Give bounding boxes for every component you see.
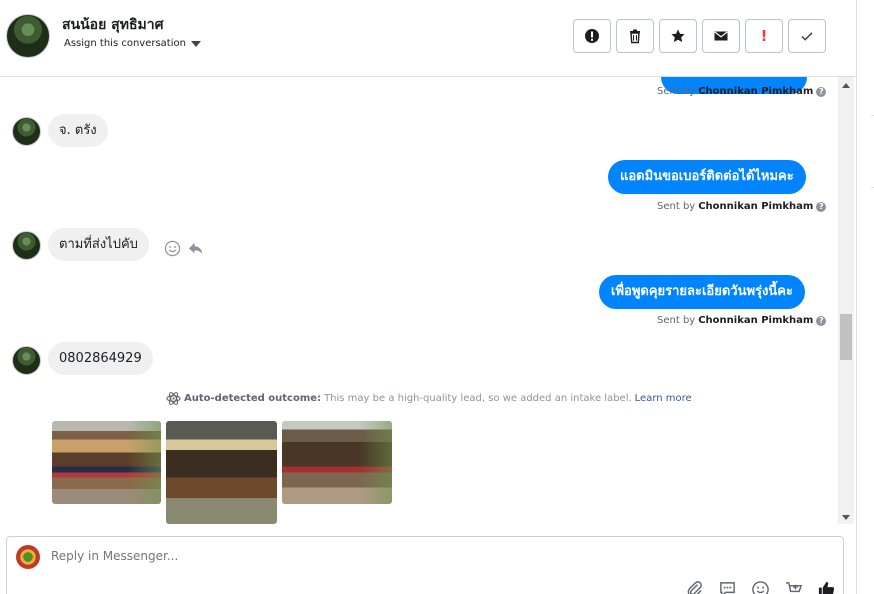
mark-unread-button[interactable] (702, 19, 740, 53)
emoji-icon[interactable] (751, 580, 770, 594)
help-icon[interactable]: ? (816, 315, 827, 326)
composer-tools (685, 580, 836, 594)
shared-photo[interactable] (282, 421, 392, 504)
reply-input[interactable] (51, 549, 751, 563)
sent-by-line: Sent by Chonnikan Pimkham ? (657, 86, 827, 97)
right-panel-edge (856, 0, 874, 594)
follow-up-button[interactable]: ! (745, 19, 783, 53)
delete-button[interactable] (616, 19, 654, 53)
paperclip-icon[interactable] (685, 580, 704, 594)
incoming-message: 0802864929 (48, 342, 153, 375)
shared-photo[interactable] (52, 421, 161, 504)
thread-scrollbar[interactable] (838, 77, 854, 524)
contact-avatar-small[interactable] (12, 346, 41, 375)
message-thread[interactable]: Sent by Chonnikan Pimkham ? จ. ตรัง แอดม… (0, 77, 838, 524)
contact-avatar-small[interactable] (12, 117, 41, 146)
atom-icon (166, 392, 181, 405)
saved-reply-icon[interactable] (718, 580, 737, 594)
outgoing-message: เพื่อพูดคุยรายละเอียดวันพรุ่งนี้คะ (599, 275, 805, 309)
help-icon[interactable]: ? (816, 86, 827, 97)
header-actions: ! (573, 19, 826, 53)
sent-by-line: Sent by Chonnikan Pimkham ? (657, 201, 827, 212)
learn-more-link[interactable]: Learn more (635, 393, 692, 404)
help-icon[interactable]: ? (816, 201, 827, 212)
mark-spam-button[interactable] (573, 19, 611, 53)
thumbs-up-icon[interactable] (817, 580, 836, 594)
caret-down-icon (190, 40, 201, 47)
scrollbar-thumb[interactable] (840, 314, 852, 360)
auto-detected-label: Auto-detected outcome: (184, 393, 322, 404)
check-icon (801, 32, 813, 41)
star-button[interactable] (659, 19, 697, 53)
page-avatar (16, 545, 40, 569)
contact-avatar-small[interactable] (12, 231, 41, 260)
alert-circle-icon (585, 29, 599, 43)
trash-icon (630, 29, 640, 44)
message-tools (164, 240, 204, 257)
sent-by-line: Sent by Chonnikan Pimkham ? (657, 315, 827, 326)
contact-avatar[interactable] (6, 14, 50, 58)
incoming-message: ตามที่ส่งไปคับ (48, 228, 149, 261)
scroll-up-arrow-icon[interactable] (842, 83, 850, 88)
conversation-header: สนน้อย สุทธิมาศ Assign this conversation… (0, 0, 856, 77)
reply-composer (6, 536, 844, 594)
cart-add-icon[interactable] (784, 580, 803, 594)
envelope-icon (714, 31, 728, 41)
contact-name[interactable]: สนน้อย สุทธิมาศ (62, 14, 163, 36)
auto-detected-text: This may be a high-quality lead, so we a… (324, 393, 632, 404)
star-icon (671, 29, 685, 42)
reply-icon[interactable] (187, 240, 204, 257)
auto-detected-notice: Auto-detected outcome: This may be a hig… (166, 391, 692, 406)
incoming-message: จ. ตรัง (48, 114, 108, 147)
exclamation-icon: ! (760, 27, 768, 45)
outgoing-message: แอดมินขอเบอร์ติดต่อได้ไหมคะ (608, 160, 806, 194)
assign-conversation-dropdown[interactable]: Assign this conversation (64, 38, 201, 49)
scroll-down-arrow-icon[interactable] (842, 515, 850, 520)
mark-done-button[interactable] (788, 19, 826, 53)
assign-label: Assign this conversation (64, 38, 186, 49)
shared-photo[interactable] (166, 421, 277, 524)
emoji-reaction-icon[interactable] (164, 240, 181, 257)
